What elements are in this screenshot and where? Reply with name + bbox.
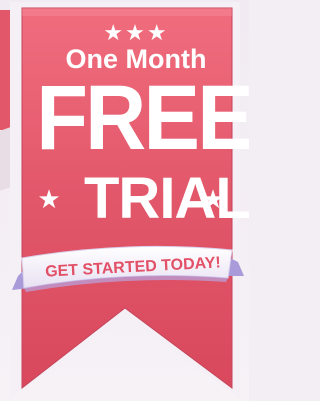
ribbon-line-free: FREE — [36, 67, 249, 169]
star-icon: ★ — [201, 184, 225, 214]
trial-row: ★ TRIAL ★ — [28, 166, 249, 236]
ribbon-line-trial: TRIAL — [84, 166, 249, 231]
promo-graphic: ★★★ One Month FREE ★ TRIAL ★ GET STARTED… — [0, 0, 249, 401]
ribbon-highlight — [22, 8, 232, 16]
star-icon-row: ★★★ — [103, 20, 169, 45]
star-icon: ★ — [37, 184, 61, 214]
